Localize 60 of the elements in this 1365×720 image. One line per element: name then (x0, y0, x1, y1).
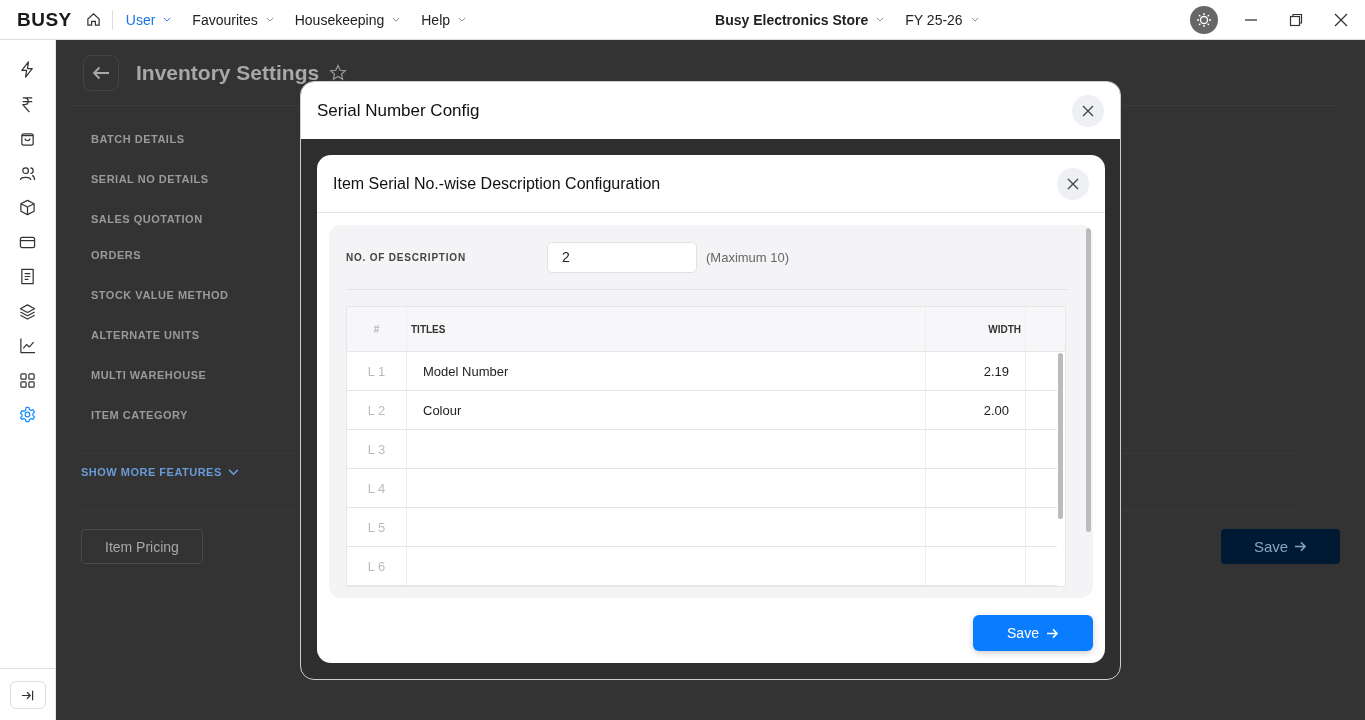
chevron-down-icon (392, 17, 401, 22)
menu-item[interactable]: Housekeeping (294, 11, 401, 28)
item-pricing-button[interactable]: Item Pricing (81, 529, 203, 564)
menu-item[interactable]: Help (421, 11, 467, 28)
box-icon[interactable] (19, 199, 36, 216)
expand-sidebar-button[interactable] (9, 681, 46, 709)
restore-icon[interactable] (1289, 12, 1303, 27)
arrow-to-bar-icon (21, 688, 34, 702)
line-number: L 6 (347, 547, 407, 585)
save-button[interactable]: Save (973, 615, 1093, 651)
table-cell[interactable]: 2.00 (926, 391, 1026, 429)
company-selector[interactable]: Busy Electronics Store (715, 11, 885, 28)
bolt-icon[interactable] (19, 61, 36, 78)
table-cell[interactable]: Colour (407, 391, 926, 429)
close-button[interactable] (1072, 94, 1104, 127)
grid-icon[interactable] (19, 371, 36, 389)
arrow-right-icon (1045, 627, 1059, 639)
chevron-down-icon (265, 17, 274, 22)
chart-icon[interactable] (19, 337, 36, 354)
close-icon (1067, 177, 1079, 190)
chevron-down-icon (227, 468, 239, 476)
arrow-right-icon (1294, 541, 1308, 552)
page-title: Inventory Settings (136, 60, 320, 85)
chevron-down-icon (458, 17, 467, 22)
column-header: TITLES (407, 307, 926, 351)
line-number: L 4 (347, 469, 407, 507)
users-icon[interactable] (19, 164, 36, 182)
close-button[interactable] (1057, 167, 1089, 200)
column-header: WIDTH (926, 307, 1026, 351)
star-icon[interactable] (329, 63, 348, 82)
column-header: # (347, 307, 407, 351)
back-button[interactable] (83, 54, 119, 91)
line-number: L 1 (347, 352, 407, 390)
save-button[interactable]: Save (1221, 529, 1340, 564)
field-hint: (Maximum 10) (706, 249, 790, 265)
settings-icon[interactable] (19, 406, 36, 423)
year-selector[interactable]: FY 25-26 (905, 11, 979, 28)
dialog-title: Serial Number Config (317, 100, 480, 121)
line-number: L 5 (347, 508, 407, 546)
app-logo: BUSY (17, 8, 72, 31)
menu-item[interactable]: Favourites (192, 11, 274, 28)
layers-icon[interactable] (19, 302, 36, 320)
home-icon[interactable] (85, 12, 101, 27)
description-count-field[interactable]: 2 (547, 241, 697, 273)
line-number: L 2 (347, 391, 407, 429)
arrow-left-icon (92, 65, 110, 80)
chevron-down-icon (163, 17, 172, 22)
dialog-title: Item Serial No.-wise Description Configuration (333, 174, 661, 193)
bag-icon[interactable] (19, 130, 36, 147)
menu-item[interactable]: User (125, 11, 172, 28)
close-icon[interactable] (1334, 12, 1348, 27)
theme-toggle-icon[interactable] (1190, 5, 1218, 34)
close-icon (1082, 104, 1094, 117)
chevron-down-icon (970, 17, 979, 22)
field-label: NO. OF DESCRIPTION (346, 251, 467, 263)
chevron-down-icon (876, 17, 885, 22)
table-cell[interactable]: Model Number (407, 352, 926, 390)
table-cell[interactable]: 2.19 (926, 352, 1026, 390)
line-number: L 3 (347, 430, 407, 468)
receipt-icon[interactable] (19, 268, 36, 285)
